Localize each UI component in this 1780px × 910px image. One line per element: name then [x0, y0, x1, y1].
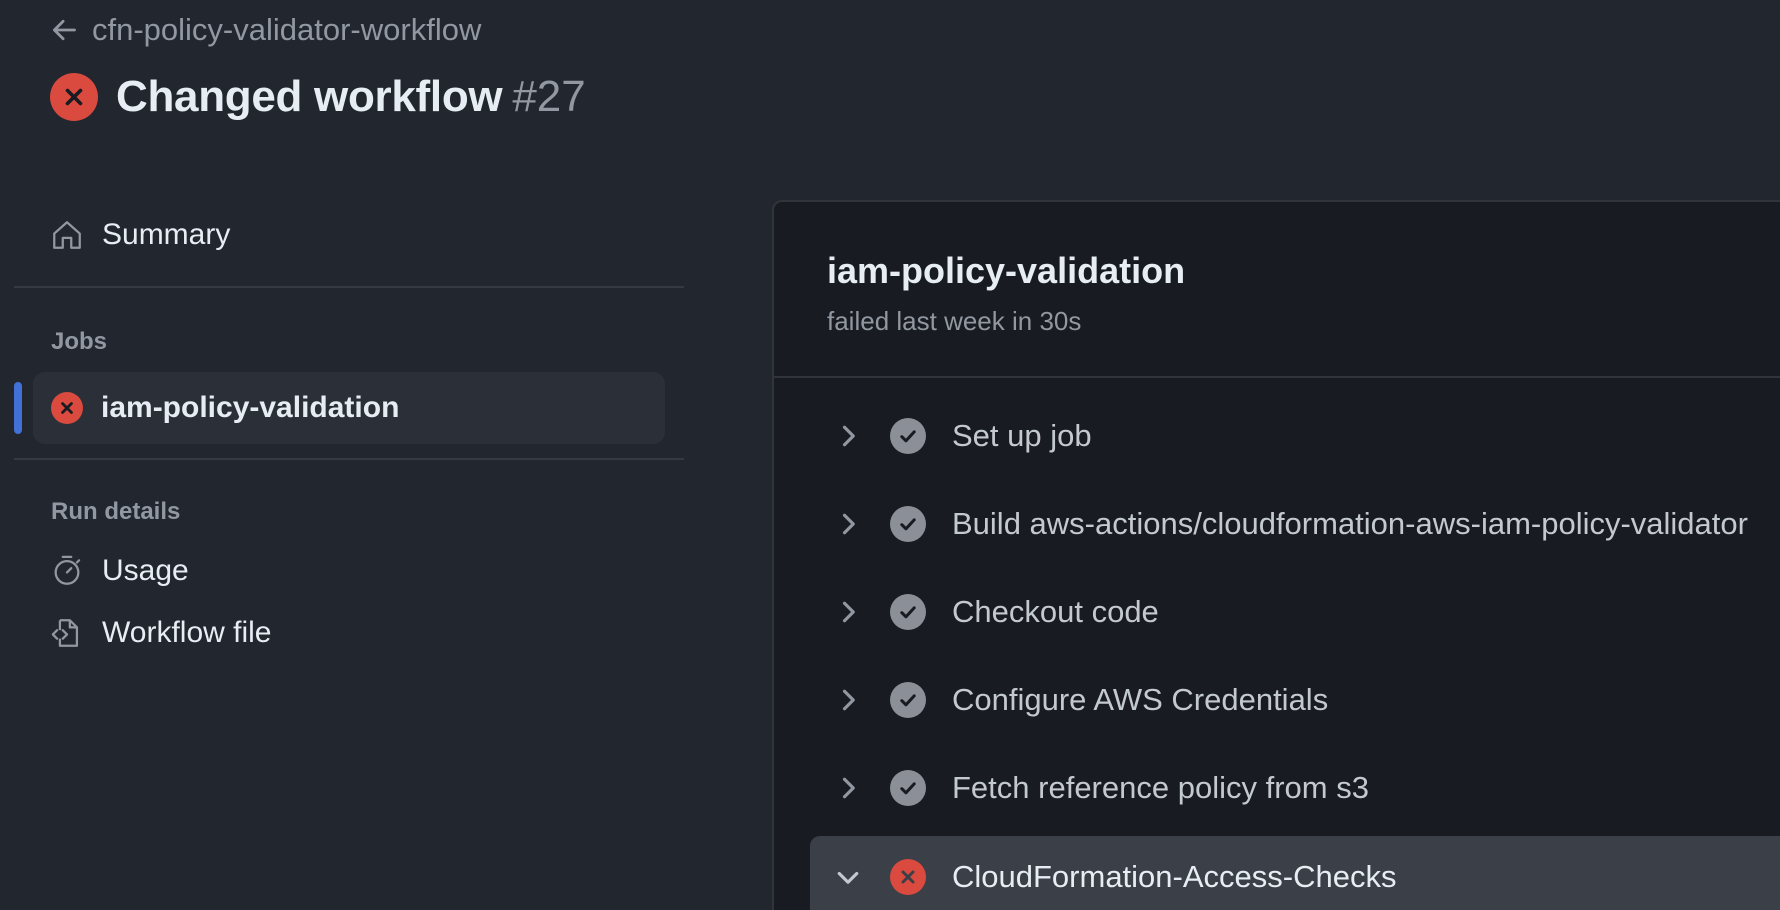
failed-status-icon — [890, 859, 926, 895]
selected-indicator — [14, 382, 22, 434]
step-row-expanded[interactable]: CloudFormation-Access-Checks — [810, 836, 1780, 910]
arrow-left-icon — [52, 19, 76, 41]
job-header: iam-policy-validation failed last week i… — [774, 202, 1780, 378]
check-circle-icon — [890, 682, 926, 718]
step-row[interactable]: Checkout code — [774, 568, 1780, 656]
sidebar-item-usage[interactable]: Usage — [14, 540, 684, 602]
step-label: Fetch reference policy from s3 — [952, 770, 1369, 805]
failed-status-icon — [50, 73, 98, 121]
job-name: iam-policy-validation — [101, 391, 400, 424]
chevron-right-icon[interactable] — [834, 774, 862, 802]
steps-list: Set up job Build aws-actions/cloudformat… — [774, 378, 1780, 910]
job-subtitle: failed last week in 30s — [827, 306, 1082, 336]
home-icon — [53, 221, 81, 249]
jobs-section-label: Jobs — [51, 328, 108, 355]
page-title: Changed workflow — [116, 72, 503, 121]
sidebar: Summary Jobs iam-policy-validation Run d… — [14, 200, 684, 664]
step-label: Configure AWS Credentials — [952, 682, 1329, 717]
run-details-section-label: Run details — [51, 498, 181, 525]
failed-status-icon — [51, 392, 83, 424]
step-row[interactable]: Fetch reference policy from s3 — [774, 744, 1780, 832]
sidebar-item-label: Usage — [102, 554, 189, 587]
stopwatch-icon — [54, 555, 81, 585]
file-code-icon — [51, 619, 79, 647]
sidebar-item-job[interactable]: iam-policy-validation — [14, 372, 665, 444]
sidebar-item-summary[interactable]: Summary — [14, 200, 684, 270]
step-row[interactable]: Set up job — [774, 392, 1780, 480]
page-title-row: Changed workflow #27 — [50, 72, 586, 122]
check-circle-icon — [890, 418, 926, 454]
check-circle-icon — [890, 506, 926, 542]
chevron-right-icon[interactable] — [834, 598, 862, 626]
workflow-run-page: cfn-policy-validator-workflow Changed wo… — [0, 0, 1780, 910]
chevron-down-icon[interactable] — [834, 863, 862, 891]
chevron-right-icon[interactable] — [834, 510, 862, 538]
sidebar-item-label: Workflow file — [102, 616, 272, 649]
step-row[interactable]: Configure AWS Credentials — [774, 656, 1780, 744]
back-link-label[interactable]: cfn-policy-validator-workflow — [92, 12, 481, 48]
check-circle-icon — [890, 770, 926, 806]
chevron-right-icon[interactable] — [834, 686, 862, 714]
sidebar-item-label: Summary — [102, 218, 231, 251]
step-label: Set up job — [952, 418, 1092, 453]
check-circle-icon — [890, 594, 926, 630]
job-title: iam-policy-validation — [827, 250, 1186, 291]
sidebar-item-workflow-file[interactable]: Workflow file — [14, 602, 684, 664]
step-label: CloudFormation-Access-Checks — [952, 859, 1397, 894]
job-log-panel: iam-policy-validation failed last week i… — [772, 200, 1780, 910]
step-row[interactable]: Build aws-actions/cloudformation-aws-iam… — [774, 480, 1780, 568]
back-link[interactable]: cfn-policy-validator-workflow — [50, 12, 481, 48]
step-label: Build aws-actions/cloudformation-aws-iam… — [952, 506, 1748, 541]
step-label: Checkout code — [952, 594, 1159, 629]
run-number: #27 — [512, 72, 586, 121]
chevron-right-icon[interactable] — [834, 422, 862, 450]
